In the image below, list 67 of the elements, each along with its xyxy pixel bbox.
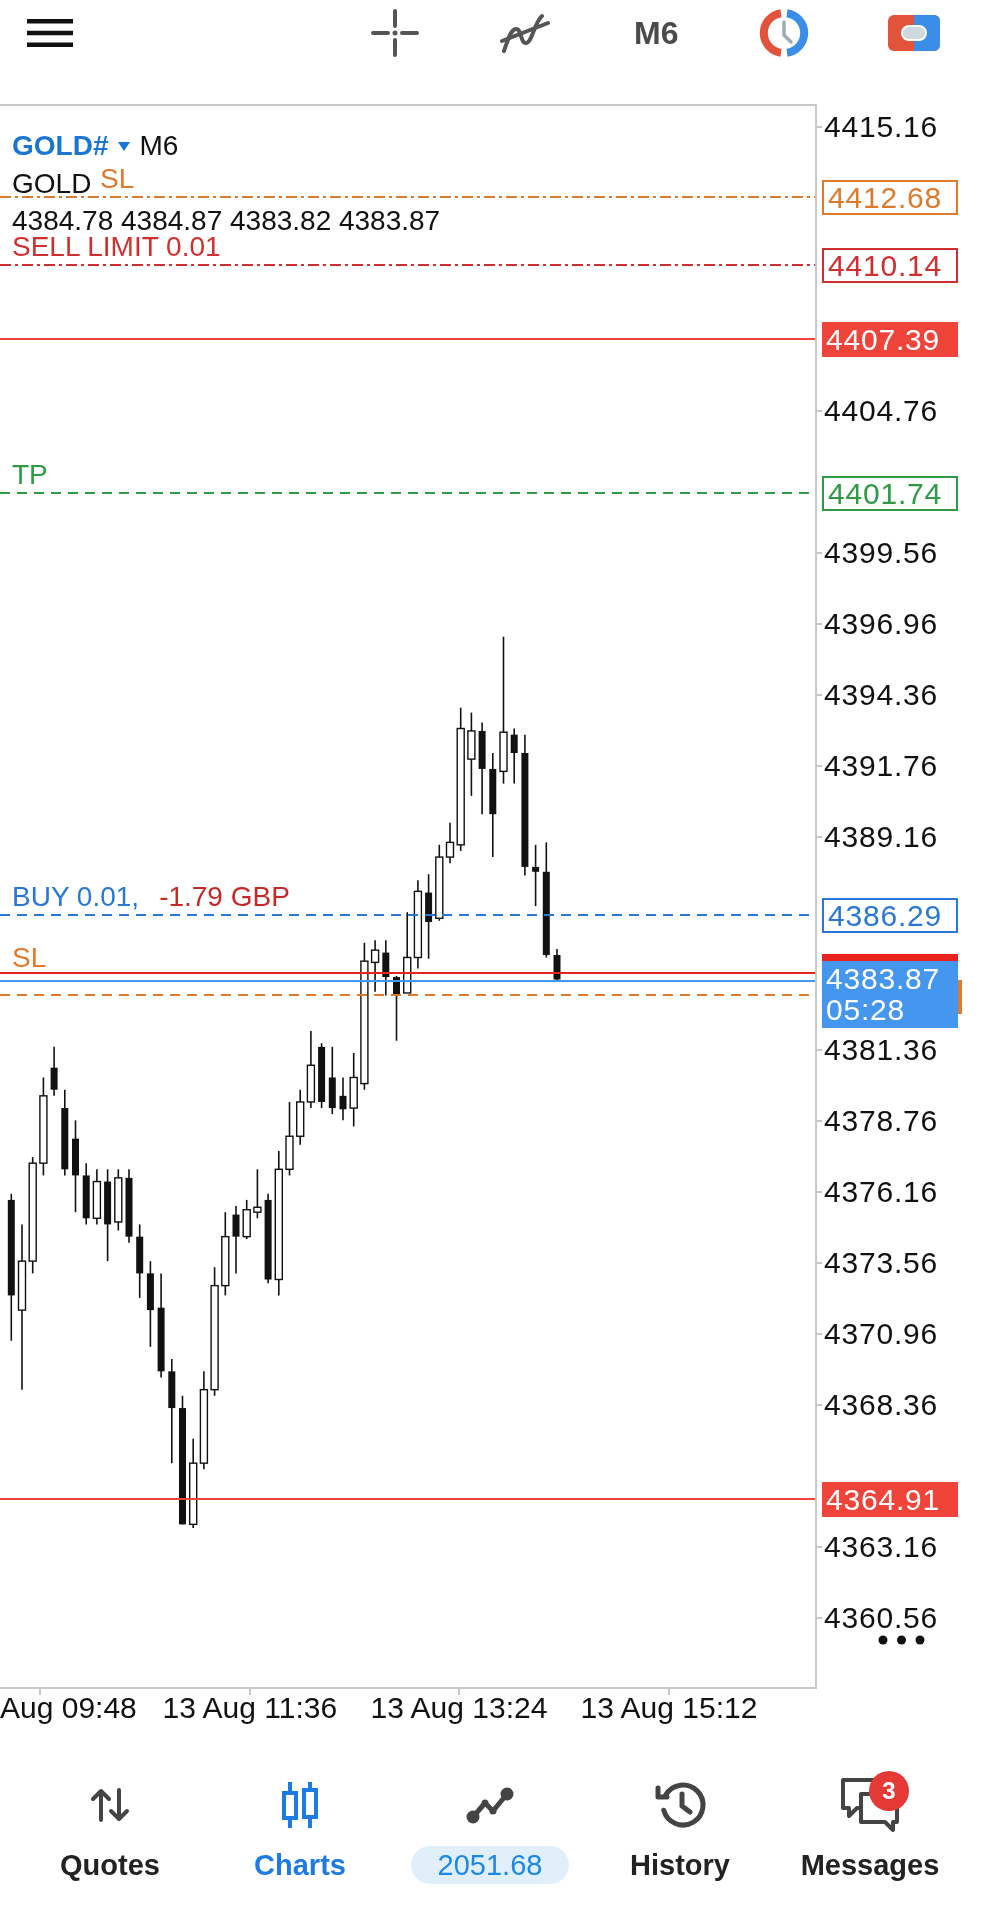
symbol-dropdown[interactable]: GOLD# bbox=[12, 133, 131, 159]
candlestick bbox=[114, 1168, 123, 1232]
price-tag: 4386.29 bbox=[822, 898, 958, 933]
time-axis-label: 13 Aug 13:24 bbox=[370, 1691, 548, 1725]
candlestick bbox=[253, 1168, 262, 1220]
price-tag: 4407.39 bbox=[822, 322, 958, 357]
price-axis-label: 4389.16 bbox=[824, 820, 939, 854]
candlestick bbox=[510, 727, 518, 785]
candlestick bbox=[82, 1162, 90, 1226]
price-axis-label: 4378.76 bbox=[824, 1104, 939, 1138]
price-tag: 4410.14 bbox=[822, 248, 958, 283]
price-tag: 4401.74 bbox=[822, 476, 958, 511]
time-axis-label: 13 Aug 15:12 bbox=[580, 1691, 758, 1725]
price-axis-label: 4363.16 bbox=[824, 1530, 939, 1564]
line-label: SL bbox=[100, 166, 135, 192]
line-label: TP bbox=[12, 462, 48, 488]
price-axis-label: 4415.16 bbox=[824, 110, 939, 144]
candlestick bbox=[532, 844, 540, 907]
menu-icon[interactable] bbox=[27, 19, 73, 47]
symbol-description: GOLD bbox=[12, 170, 92, 197]
timeframe-label: M6 bbox=[139, 133, 179, 159]
toggle-icon[interactable] bbox=[888, 15, 941, 51]
candlestick bbox=[50, 1046, 58, 1097]
nav-tab[interactable]: History bbox=[630, 1776, 730, 1882]
candlestick bbox=[296, 1088, 305, 1146]
timeframe-button[interactable]: M6 bbox=[634, 13, 679, 53]
price-axis-label: 4404.76 bbox=[824, 394, 939, 428]
time-axis-label: 13 Aug 11:36 bbox=[162, 1691, 338, 1725]
clock-arrow-icon bbox=[653, 1779, 707, 1831]
candlestick bbox=[393, 975, 400, 1042]
line-chart-icon[interactable] bbox=[465, 1785, 515, 1825]
candlestick bbox=[232, 1205, 240, 1275]
price-axis-label: 4396.96 bbox=[824, 607, 939, 641]
price-axis-label: 4391.76 bbox=[824, 749, 939, 783]
price-value: 4383.87 bbox=[826, 963, 942, 994]
price-axis-label: 4373.56 bbox=[824, 1246, 939, 1280]
price-axis-label: 4370.96 bbox=[824, 1317, 939, 1351]
price-axis-label: 4394.36 bbox=[824, 678, 939, 712]
profit-value: -1.79 GBP bbox=[159, 884, 290, 910]
candlestick-icon bbox=[280, 1780, 320, 1830]
line-label: SELL LIMIT 0.01 bbox=[12, 234, 221, 260]
price-axis-label: 4360.56 bbox=[824, 1601, 939, 1635]
clock-icon[interactable] bbox=[758, 7, 811, 59]
price-axis-label: 4399.56 bbox=[824, 536, 939, 570]
up-down-arrows-icon bbox=[90, 1787, 130, 1823]
candlestick bbox=[92, 1168, 102, 1226]
ohlc-values: 4384.78 4384.87 4383.82 4383.87 bbox=[12, 208, 441, 234]
candlestick bbox=[339, 1076, 347, 1122]
price-axis-label: 4376.16 bbox=[824, 1175, 939, 1209]
price-axis-label: 4381.36 bbox=[824, 1033, 939, 1067]
countdown-timer: 05:28 bbox=[826, 994, 907, 1025]
nav-tab[interactable]: Quotes bbox=[60, 1776, 160, 1882]
line-label: SL bbox=[12, 945, 47, 971]
time-axis-label: Aug 09:48 bbox=[0, 1691, 137, 1725]
candlestick bbox=[328, 1046, 336, 1115]
price-axis-label: 4368.36 bbox=[824, 1388, 939, 1422]
crosshair-icon[interactable] bbox=[370, 8, 420, 58]
notification-badge: 3 bbox=[869, 1771, 909, 1811]
price-tag: 4412.68 bbox=[822, 180, 958, 215]
price-tag-edge bbox=[958, 980, 962, 1014]
caret-icon[interactable] bbox=[118, 141, 131, 151]
candlestick bbox=[318, 1042, 326, 1109]
candlestick bbox=[242, 1199, 251, 1240]
price-tag: 4364.91 bbox=[822, 1482, 958, 1517]
nav-tab[interactable]: Charts bbox=[254, 1776, 346, 1882]
line-label: BUY 0.01, bbox=[12, 884, 140, 910]
more-icon[interactable] bbox=[878, 1635, 925, 1645]
